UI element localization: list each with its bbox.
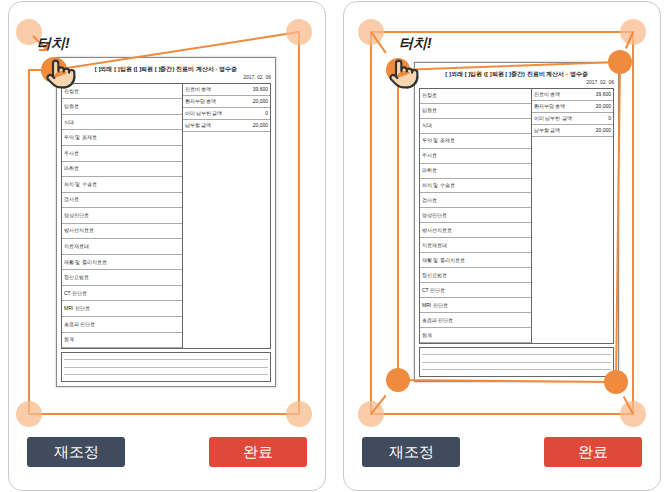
summary-row: 이미 납부한 금액0 — [532, 113, 613, 125]
done-button[interactable]: 완료 — [544, 437, 642, 467]
summary-row: 진료비 총액39,600 — [183, 84, 270, 96]
item-row: 입원료 — [420, 104, 531, 119]
item-row: 진찰료 — [62, 84, 182, 100]
touch-label: 터치! — [37, 36, 70, 50]
summary-row: 환자부담 총액20,000 — [532, 101, 613, 113]
item-row: 마취료 — [420, 164, 531, 179]
item-row: MRI 진단료 — [420, 298, 531, 313]
item-row: 치료재료대 — [62, 239, 182, 255]
app: [ ]외래 [ ]입원 ([ ]퇴원 [ ]중간) 진료비 계산서 · 영수증2… — [0, 0, 670, 492]
item-row: 합계 — [420, 328, 531, 343]
scan-panel: [ ]외래 [ ]입원 ([ ]퇴원 [ ]중간) 진료비 계산서 · 영수증2… — [343, 1, 661, 491]
receipt-document: [ ]외래 [ ]입원 ([ ]퇴원 [ ]중간) 진료비 계산서 · 영수증2… — [414, 62, 619, 382]
item-row: 치료재료대 — [420, 238, 531, 253]
hand-pointer-icon — [388, 58, 420, 90]
item-row: 처치 및 수술료 — [420, 179, 531, 194]
item-row: 진찰료 — [420, 89, 531, 104]
item-row: 검사료 — [420, 193, 531, 208]
touch-label: 터치! — [399, 36, 432, 50]
item-row: 투약 및 조제료 — [62, 130, 182, 146]
item-row: 방사선치료료 — [420, 223, 531, 238]
item-row: 마취료 — [62, 162, 182, 178]
done-button[interactable]: 완료 — [209, 437, 307, 467]
summary-row: 납부할 금액20,000 — [532, 125, 613, 137]
item-row: 영상진단료 — [62, 208, 182, 224]
hand-pointer-icon — [45, 58, 77, 90]
summary-row: 환자부담 총액20,000 — [183, 96, 270, 108]
item-row: 주사료 — [62, 146, 182, 162]
item-row: 투약 및 조제료 — [420, 134, 531, 149]
item-row: CT 진단료 — [420, 283, 531, 298]
item-row: 처치 및 수술료 — [62, 177, 182, 193]
document-title: [ ]외래 [ ]입원 ([ ]퇴원 [ ]중간) 진료비 계산서 · 영수증 — [419, 71, 614, 79]
document-date: 2017. 02. 06 — [419, 79, 614, 86]
item-row: MRI 진단료 — [62, 301, 182, 317]
item-row: 초음파 진단료 — [62, 317, 182, 333]
item-row: 방사선치료료 — [62, 224, 182, 240]
item-row: 초음파 진단료 — [420, 313, 531, 328]
scan-panel: [ ]외래 [ ]입원 ([ ]퇴원 [ ]중간) 진료비 계산서 · 영수증2… — [8, 1, 326, 491]
item-row: 식대 — [62, 115, 182, 131]
item-row: 검사료 — [62, 193, 182, 209]
item-row: 정신요법료 — [420, 268, 531, 283]
readjust-button[interactable]: 재조정 — [362, 437, 460, 467]
item-row: 식대 — [420, 119, 531, 134]
item-row: 재활 및 물리치료료 — [62, 255, 182, 271]
item-row: 합계 — [62, 333, 182, 349]
summary-row: 이미 납부한 금액0 — [183, 108, 270, 120]
item-row: 주사료 — [420, 149, 531, 164]
receipt-document: [ ]외래 [ ]입원 ([ ]퇴원 [ ]중간) 진료비 계산서 · 영수증2… — [56, 57, 276, 387]
item-row: 입원료 — [62, 99, 182, 115]
summary-row: 진료비 총액39,600 — [532, 89, 613, 101]
item-row: 재활 및 물리치료료 — [420, 253, 531, 268]
summary-row: 납부할 금액20,000 — [183, 120, 270, 132]
item-row: 영상진단료 — [420, 208, 531, 223]
item-row: CT 진단료 — [62, 286, 182, 302]
document-table: 진찰료입원료식대투약 및 조제료주사료마취료처치 및 수술료검사료영상진단료방사… — [419, 88, 614, 344]
document-title: [ ]외래 [ ]입원 ([ ]퇴원 [ ]중간) 진료비 계산서 · 영수증 — [61, 66, 271, 74]
crop-frame[interactable] — [9, 2, 327, 492]
readjust-button[interactable]: 재조정 — [27, 437, 125, 467]
document-date: 2017. 02. 06 — [61, 74, 271, 81]
document-table: 진찰료입원료식대투약 및 조제료주사료마취료처치 및 수술료검사료영상진단료방사… — [61, 83, 271, 349]
item-row: 정신요법료 — [62, 270, 182, 286]
